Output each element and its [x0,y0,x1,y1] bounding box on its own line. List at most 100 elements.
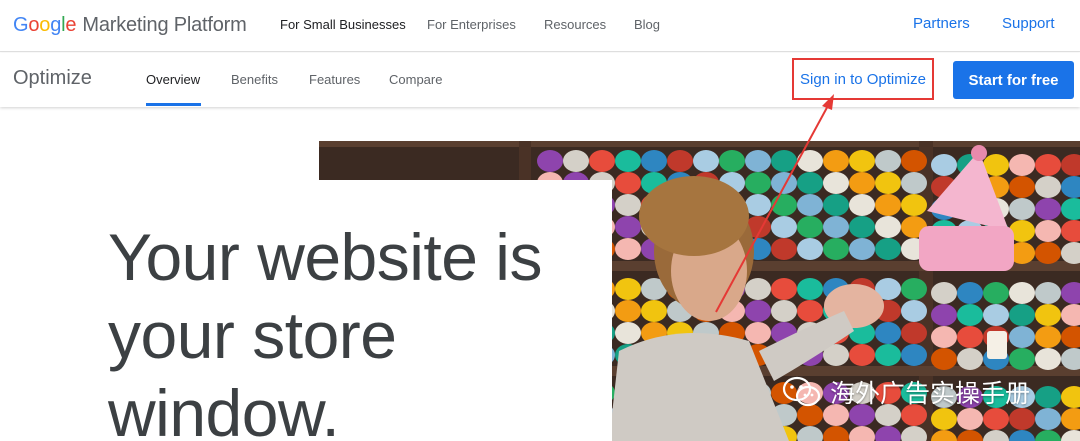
sign-in-to-optimize-link[interactable]: Sign in to Optimize [792,58,934,100]
yarn-ball [615,150,641,172]
yarn-ball [823,238,849,260]
nav-partners[interactable]: Partners [913,15,970,32]
yarn-ball [823,172,849,194]
yarn-ball [1009,326,1035,348]
yarn-ball [1009,348,1035,370]
yarn-ball [849,172,875,194]
start-for-free-label: Start for free [968,71,1059,89]
nav-support[interactable]: Support [1002,15,1055,32]
watermark: 海外广告实操手册 [782,372,1030,412]
yarn-ball [901,278,927,300]
yarn-ball [771,216,797,238]
google-wordmark: Google [13,13,77,37]
yarn-ball [849,150,875,172]
google-letter: G [13,13,29,36]
yarn-ball [771,172,797,194]
yarn-ball [901,322,927,344]
yarn-ball [797,238,823,260]
yarn-ball [901,150,927,172]
headline-line-3: window. [108,376,340,441]
hero-headline: Your website is your store window. [108,218,588,441]
nav-for-small-businesses[interactable]: For Small Businesses [280,17,406,32]
yarn-ball [771,194,797,216]
sign-in-label: Sign in to Optimize [800,70,926,88]
yarn-ball [901,172,927,194]
yarn-ball [615,216,641,238]
yarn-ball [931,348,957,370]
yarn-ball [1035,282,1061,304]
yarn-ball [849,216,875,238]
yarn-ball [875,344,901,366]
yarn-ball [537,150,563,172]
google-letter: g [50,13,62,36]
yarn-ball [641,150,667,172]
yarn-ball [719,150,745,172]
tab-features[interactable]: Features [309,72,360,87]
yarn-ball [693,150,719,172]
yarn-ball [615,194,641,216]
headline-line-2: your store [108,298,397,372]
yarn-ball [745,300,771,322]
brand-suffix: Marketing Platform [82,13,247,36]
yarn-ball [875,238,901,260]
yarn-ball [1035,304,1061,326]
watermark-text: 海外广告实操手册 [830,379,1031,408]
active-tab-indicator [146,103,201,106]
google-marketing-platform-logo[interactable]: Google Marketing Platform [13,10,247,40]
yarn-ball [797,216,823,238]
yarn-ball [797,194,823,216]
yarn-ball [1035,198,1061,220]
product-title[interactable]: Optimize [13,67,92,90]
yarn-ball [931,326,957,348]
yarn-ball [983,282,1009,304]
yarn-ball [957,326,983,348]
top-navigation-bar: Google Marketing Platform For Small Busi… [0,0,1080,52]
yarn-ball [875,150,901,172]
yarn-ball [615,238,641,260]
yarn-ball [823,216,849,238]
yarn-ball [875,194,901,216]
yarn-ball [615,300,641,322]
yarn-ball [957,282,983,304]
nav-resources[interactable]: Resources [544,17,606,32]
start-for-free-button[interactable]: Start for free [953,61,1074,99]
yarn-ball [1035,386,1061,408]
wechat-icon [782,376,821,407]
yarn-ball [875,216,901,238]
yarn-ball [1035,242,1061,264]
yarn-ball [1035,326,1061,348]
tab-compare[interactable]: Compare [389,72,442,87]
nav-for-enterprises[interactable]: For Enterprises [427,17,516,32]
yarn-ball [875,172,901,194]
google-letter: o [39,13,51,36]
yarn-ball [771,238,797,260]
yarn-ball [957,348,983,370]
yarn-ball [797,278,823,300]
google-letter: e [65,13,77,36]
yarn-ball [667,150,693,172]
yarn-ball [823,194,849,216]
tab-overview[interactable]: Overview [146,72,200,87]
yarn-ball [901,344,927,366]
page: Google Marketing Platform For Small Busi… [0,0,1080,441]
yarn-ball [745,278,771,300]
yarn-ball [745,172,771,194]
yarn-ball [1035,408,1061,430]
yarn-ball [931,154,957,176]
yarn-ball [983,304,1009,326]
yarn-ball [1009,282,1035,304]
yarn-ball [875,322,901,344]
yarn-ball [563,150,589,172]
yarn-ball [931,304,957,326]
product-navigation-bar: Optimize Overview Benefits Features Comp… [0,53,1080,107]
yarn-ball [589,150,615,172]
nav-blog[interactable]: Blog [634,17,660,32]
yarn-ball [1035,220,1061,242]
yarn-ball [931,282,957,304]
yarn-ball [1035,154,1061,176]
yarn-ball [797,150,823,172]
yarn-ball [641,300,667,322]
yarn-ball [849,194,875,216]
headline-line-1: Your website is [108,220,542,294]
tab-benefits[interactable]: Benefits [231,72,278,87]
